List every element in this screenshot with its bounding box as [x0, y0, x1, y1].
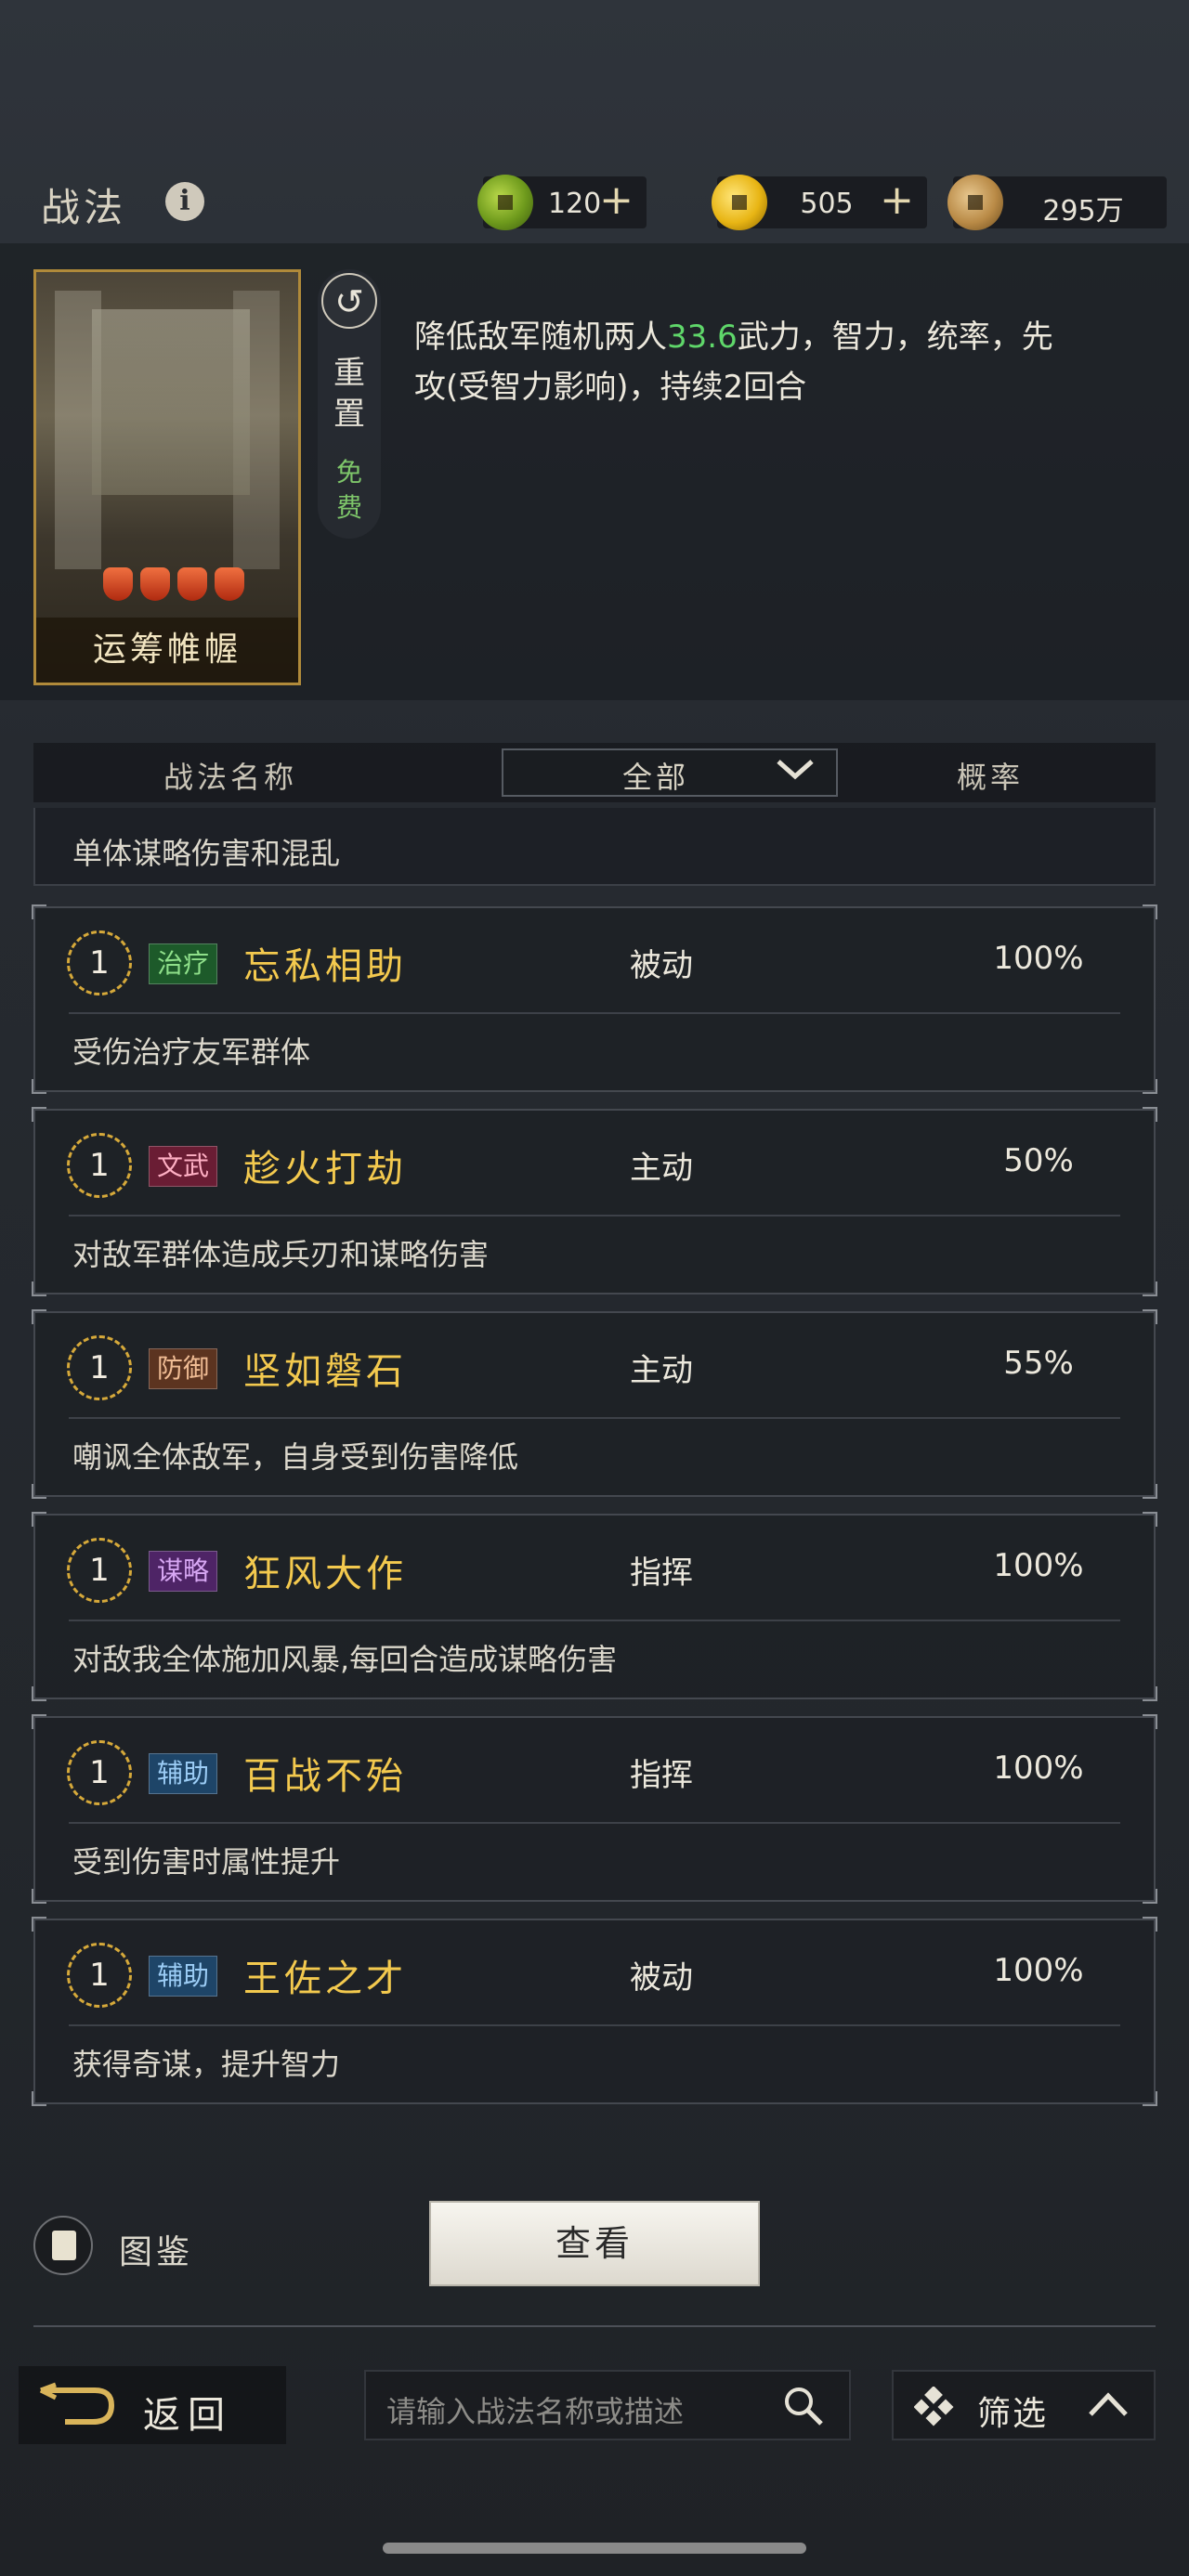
quality-pip	[215, 567, 244, 601]
row-divider	[69, 2024, 1120, 2026]
skill-description: 降低敌军随机两人33.6武力，智力，统率，先攻(受智力影响)，持续2回合	[414, 312, 1083, 412]
back-arrow-icon[interactable]	[37, 2381, 115, 2429]
skill-category-tag: 辅助	[149, 1956, 218, 1997]
reset-label: 重置	[333, 355, 365, 433]
skill-type: 主动	[630, 1352, 693, 1389]
skill-row-desc: 对敌我全体施加风暴,每回合造成谋略伤害	[72, 1642, 618, 1677]
skill-probability: 50%	[1003, 1142, 1074, 1179]
skill-probability: 100%	[993, 1952, 1084, 1989]
name-column-header: 战法名称	[163, 760, 298, 795]
atlas-icon[interactable]	[33, 2216, 93, 2275]
skill-name: 忘私相助	[243, 945, 407, 988]
divider	[33, 2325, 1156, 2327]
jade-add-button[interactable]: +	[599, 180, 634, 221]
search-icon[interactable]	[780, 2383, 827, 2429]
info-icon[interactable]: i	[165, 182, 204, 221]
skill-row-desc: 受伤治疗友军群体	[72, 1034, 311, 1070]
skill-row-desc: 获得奇谋，提升智力	[72, 2047, 341, 2082]
row-divider	[69, 1822, 1120, 1824]
skill-category-tag: 谋略	[149, 1551, 218, 1592]
back-label: 返回	[143, 2394, 232, 2437]
probability-column-header: 概率	[957, 760, 1025, 795]
skill-probability: 100%	[993, 1547, 1084, 1584]
skill-level-badge: 1	[67, 1943, 132, 2008]
copper-coin-icon	[947, 175, 1003, 230]
skill-name: 趁火打劫	[243, 1148, 407, 1190]
skill-row[interactable]: 1 防御 坚如磐石 主动 55% 嘲讽全体敌军，自身受到伤害降低	[32, 1309, 1157, 1499]
skill-category-tag: 文武	[149, 1146, 218, 1187]
skill-row[interactable]: 1 文武 趁火打劫 主动 50% 对敌军群体造成兵刃和谋略伤害	[32, 1107, 1157, 1296]
skill-row[interactable]: 1 辅助 王佐之才 被动 100% 获得奇谋，提升智力	[32, 1917, 1157, 2106]
skill-probability: 55%	[1003, 1345, 1074, 1382]
row-divider	[69, 1012, 1120, 1014]
skill-type: 主动	[630, 1150, 693, 1187]
skill-row-desc: 嘲讽全体敌军，自身受到伤害降低	[72, 1439, 519, 1475]
home-indicator[interactable]	[383, 2543, 806, 2554]
skill-row-desc: 受到伤害时属性提升	[72, 1844, 341, 1880]
quality-pips	[99, 567, 248, 605]
skill-name: 王佐之才	[243, 1958, 407, 2000]
filter-label: 筛选	[977, 2395, 1049, 2433]
skill-name: 坚如磐石	[243, 1350, 407, 1393]
quality-pip	[140, 567, 170, 601]
skill-type: 被动	[630, 1959, 693, 1997]
skill-category-tag: 治疗	[149, 943, 218, 984]
copper-value: 295万	[1042, 195, 1124, 228]
skill-type: 指挥	[630, 1555, 693, 1592]
page-title: 战法	[41, 185, 127, 230]
quality-pip	[103, 567, 133, 601]
skill-row[interactable]: 1 辅助 百战不殆 指挥 100% 受到伤害时属性提升	[32, 1714, 1157, 1904]
skill-name: 百战不殆	[243, 1755, 407, 1798]
skill-probability: 100%	[993, 1750, 1084, 1787]
gold-currency: 505 +	[712, 175, 927, 230]
type-filter-value: 全部	[622, 760, 690, 795]
skill-probability: 100%	[993, 940, 1084, 977]
filter-icon	[914, 2387, 954, 2426]
jade-currency: 120 +	[477, 175, 647, 230]
skill-type: 被动	[630, 947, 693, 984]
reset-cost: 免费	[335, 457, 362, 523]
skill-row[interactable]: 1 治疗 忘私相助 被动 100% 受伤治疗友军群体	[32, 904, 1157, 1094]
gold-add-button[interactable]: +	[880, 180, 914, 221]
view-button[interactable]: 查看	[429, 2201, 760, 2286]
row-divider	[69, 1215, 1120, 1216]
skill-level-badge: 1	[67, 1133, 132, 1198]
jade-coin-icon	[477, 175, 533, 230]
row-divider	[69, 1620, 1120, 1621]
skill-card-name: 运筹帷幄	[36, 618, 298, 683]
skill-name: 狂风大作	[243, 1553, 407, 1595]
jade-value: 120	[548, 188, 602, 220]
reset-icon[interactable]: ↺	[321, 273, 377, 329]
skill-level-badge: 1	[67, 1740, 132, 1805]
chevron-down-icon[interactable]	[773, 750, 817, 787]
skill-row-desc: 对敌军群体造成兵刃和谋略伤害	[72, 1237, 490, 1272]
gold-value: 505	[800, 188, 854, 220]
description-pre: 降低敌军随机两人	[414, 319, 667, 356]
copper-currency: 295万	[947, 175, 1167, 230]
skill-card[interactable]: 运筹帷幄	[33, 269, 301, 685]
gold-coin-icon	[712, 175, 767, 230]
row-divider	[69, 1417, 1120, 1419]
skill-level-badge: 1	[67, 1538, 132, 1603]
atlas-label[interactable]: 图鉴	[119, 2225, 193, 2273]
skill-type: 指挥	[630, 1757, 693, 1794]
skill-category-tag: 防御	[149, 1348, 218, 1389]
chevron-up-icon[interactable]	[1087, 2388, 1130, 2422]
quality-pip	[177, 567, 207, 601]
skill-row[interactable]: 1 谋略 狂风大作 指挥 100% 对敌我全体施加风暴,每回合造成谋略伤害	[32, 1512, 1157, 1701]
partial-item-desc: 单体谋略伤害和混乱	[72, 836, 341, 871]
search-placeholder: 请输入战法名称或描述	[386, 2394, 685, 2429]
skill-level-badge: 1	[67, 930, 132, 995]
skill-level-badge: 1	[67, 1335, 132, 1400]
skill-category-tag: 辅助	[149, 1753, 218, 1794]
description-value: 33.6	[667, 319, 738, 356]
